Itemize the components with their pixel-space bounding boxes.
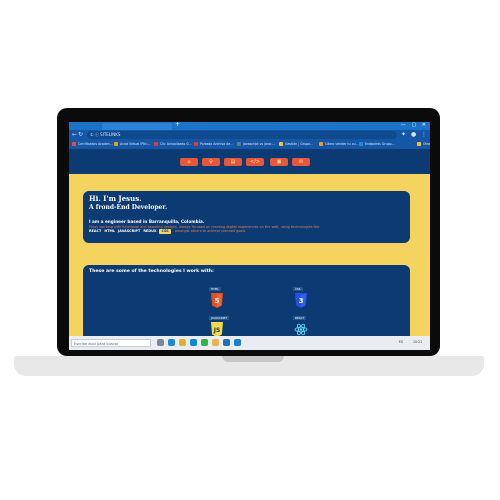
nav-document-button[interactable]: ▤ [224, 158, 242, 166]
javascript-icon: JS [210, 322, 224, 337]
bookmark-favicon-icon [319, 142, 323, 146]
laptop-base [14, 356, 484, 376]
bookmarks-bar: Certificados Acaden... Acad Virtual IPN I… [69, 141, 430, 149]
nav-home-button[interactable]: ⌂ [180, 158, 198, 166]
bookmark-label: Acad Virtual IPN I... [120, 142, 151, 146]
bookmark-favicon-icon [194, 142, 198, 146]
url-field[interactable]: ① ⓘ SITELINKS [87, 131, 397, 139]
bookmark-label: Clic Actualizado G... [160, 142, 192, 146]
hero-role: A frond-End Developer. [89, 204, 168, 211]
edge-icon[interactable] [168, 339, 175, 346]
bookmark-item[interactable]: Endpoints Grupo... [359, 142, 395, 146]
bookmark-item[interactable]: Javascript vs Java:... [237, 142, 275, 146]
tech-tag: CSS [159, 229, 171, 234]
svg-text:5: 5 [215, 297, 220, 305]
bookmark-label: Certificados Acaden... [78, 142, 113, 146]
menu-icon[interactable]: ⋮ [421, 131, 427, 138]
skype-icon[interactable] [190, 339, 197, 346]
briefcase-icon: ▣ [276, 159, 282, 165]
svg-text:3: 3 [299, 297, 304, 305]
tech-label-html: HTML [209, 287, 221, 291]
bookmark-item[interactable]: Acad Virtual IPN I... [114, 142, 151, 146]
contact-icon: ✉ [298, 159, 304, 165]
hero-intro: I am a engineer based in Barranquilla, C… [89, 219, 205, 224]
window-controls[interactable]: — ▢ ✕ [401, 122, 428, 128]
tech-tag: HTML [104, 229, 116, 234]
code-icon: </> [249, 159, 261, 165]
extensions-icon[interactable]: ✦ [401, 131, 406, 138]
tech-list: REACT HTML JAVASCRIPT REDUX CSS [89, 229, 174, 234]
bookmark-item[interactable]: Otros [417, 142, 430, 146]
bookmark-item[interactable]: Certificados Acaden... [72, 142, 113, 146]
nav-contact-button[interactable]: ✉ [292, 158, 310, 166]
bookmark-item[interactable]: Portada Archivo de... [194, 142, 233, 146]
back-icon[interactable]: ← [72, 131, 77, 138]
tech-label-react: REACT [293, 316, 307, 320]
hero-description-text: Enjoy working with functional and beauti… [89, 225, 320, 229]
browser-tab-bar: + — ▢ ✕ [69, 122, 430, 130]
bookmark-favicon-icon [114, 142, 118, 146]
language-indicator[interactable]: ES [399, 340, 403, 344]
nav-briefcase-button[interactable]: ▣ [270, 158, 288, 166]
bookmark-label: Javascript vs Java:... [243, 142, 276, 146]
bookmark-item[interactable]: Gestión | Grupo... [279, 142, 313, 146]
clock: 10:21 [413, 340, 423, 344]
windows-taskbar: Escribe aquí para buscar ES 10:21 [69, 336, 430, 350]
react-icon [294, 322, 308, 337]
tech-tag: REDUX [143, 229, 157, 234]
taskbar-search-input[interactable]: Escribe aquí para buscar [71, 339, 151, 347]
bookmark-favicon-icon [72, 142, 76, 146]
site-header: ⌂ ♀ ▤ </> ▣ ✉ [69, 149, 430, 174]
taskbar-search-placeholder: Escribe aquí para buscar [74, 342, 119, 346]
bookmark-label: Endpoints Grupo... [365, 142, 395, 146]
bookmark-favicon-icon [359, 142, 363, 146]
bookmark-item[interactable]: Clic Actualizado G... [154, 142, 192, 146]
url-text: ① ⓘ SITELINKS [90, 132, 121, 137]
technologies-heading: These are some of the technologies I wor… [89, 269, 214, 274]
new-tab-icon[interactable]: + [175, 122, 180, 128]
bookmark-favicon-icon [237, 142, 241, 146]
vscode-icon[interactable] [234, 339, 241, 346]
bookmark-label: Otros [423, 142, 430, 146]
nav-code-button[interactable]: </> [246, 158, 264, 166]
whatsapp-icon[interactable] [201, 339, 208, 346]
browser-tab[interactable] [102, 123, 172, 130]
html5-icon: 5 [210, 293, 224, 308]
profile-icon[interactable]: ● [411, 131, 416, 138]
mail-icon[interactable] [223, 339, 230, 346]
hero-description: Enjoy working with functional and beauti… [89, 225, 409, 234]
bookmark-label: Gestión | Grupo... [285, 142, 314, 146]
nav-user-button[interactable]: ♀ [202, 158, 220, 166]
css3-icon: 3 [294, 293, 308, 308]
laptop-screen: + — ▢ ✕ ← ↻ ① ⓘ SITELINKS ✦ ● ⋮ Certific… [69, 122, 430, 350]
chrome-icon[interactable] [179, 339, 186, 346]
task-view-icon[interactable] [157, 339, 164, 346]
home-icon: ⌂ [187, 159, 191, 165]
document-icon: ▤ [230, 159, 236, 165]
bookmark-favicon-icon [417, 142, 421, 146]
hero-greeting: Hi. I'm Jesus. [89, 194, 142, 203]
user-icon: ♀ [209, 159, 213, 165]
tech-tag: REACT [89, 229, 102, 234]
tech-label-javascript: JAVASCRIPT [209, 316, 230, 320]
svg-text:JS: JS [213, 327, 221, 334]
tech-tag: JAVASCRIPT [118, 229, 141, 234]
tech-label-css: CSS [293, 287, 303, 291]
files-icon[interactable] [212, 339, 219, 346]
bookmark-favicon-icon [154, 142, 158, 146]
bookmark-favicon-icon [279, 142, 283, 146]
bookmark-label: Cómo vender tu cu... [325, 142, 359, 146]
bookmark-item[interactable]: Cómo vender tu cu... [319, 142, 359, 146]
laptop-base-notch [222, 356, 284, 362]
hero-card: Hi. I'm Jesus. A frond-End Developer. I … [83, 191, 410, 243]
address-bar: ← ↻ ① ⓘ SITELINKS ✦ ● ⋮ [69, 130, 430, 141]
hero-tail: amongst others to achieve planned goals. [174, 229, 247, 234]
bookmark-label: Portada Archivo de... [200, 142, 234, 146]
reload-icon[interactable]: ↻ [78, 131, 83, 138]
